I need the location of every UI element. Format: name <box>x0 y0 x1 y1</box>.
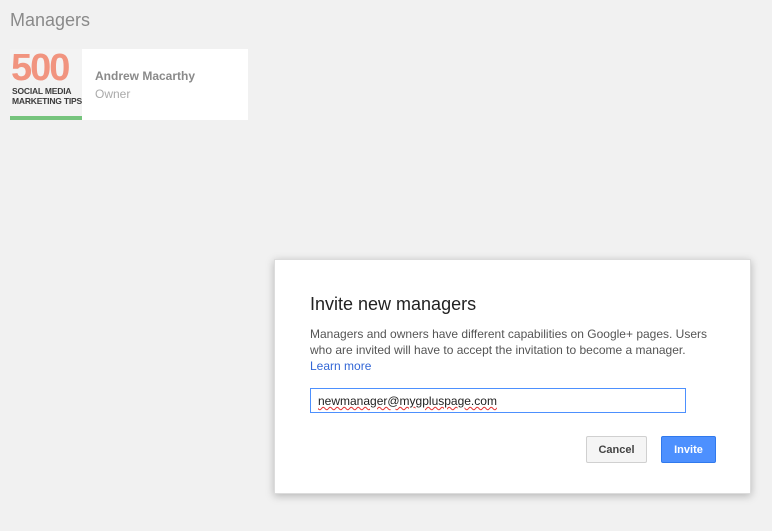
page: Managers 500 SOCIAL MEDIA MARKETING TIPS… <box>0 0 772 531</box>
page-title: Managers <box>10 10 91 30</box>
avatar-line-1: SOCIAL MEDIA <box>12 86 72 96</box>
manager-card[interactable]: 500 SOCIAL MEDIA MARKETING TIPS Andrew M… <box>10 49 248 120</box>
cancel-button[interactable]: Cancel <box>586 436 647 463</box>
avatar-line-2: MARKETING TIPS <box>12 96 82 106</box>
dialog-title: Invite new managers <box>310 294 477 314</box>
dialog-description-text: Managers and owners have different capab… <box>310 327 708 357</box>
dialog-description: Managers and owners have different capab… <box>310 326 730 374</box>
invite-button[interactable]: Invite <box>661 436 716 463</box>
invite-dialog: Invite new managers Managers and owners … <box>274 259 751 494</box>
manager-info: Andrew Macarthy Owner <box>82 49 195 120</box>
avatar-number: 500 <box>11 49 70 89</box>
manager-role: Owner <box>95 87 131 101</box>
manager-name[interactable]: Andrew Macarthy <box>95 69 195 83</box>
avatar: 500 SOCIAL MEDIA MARKETING TIPS <box>10 49 82 120</box>
learn-more-link[interactable]: Learn more <box>310 358 730 374</box>
email-input[interactable] <box>310 388 686 413</box>
